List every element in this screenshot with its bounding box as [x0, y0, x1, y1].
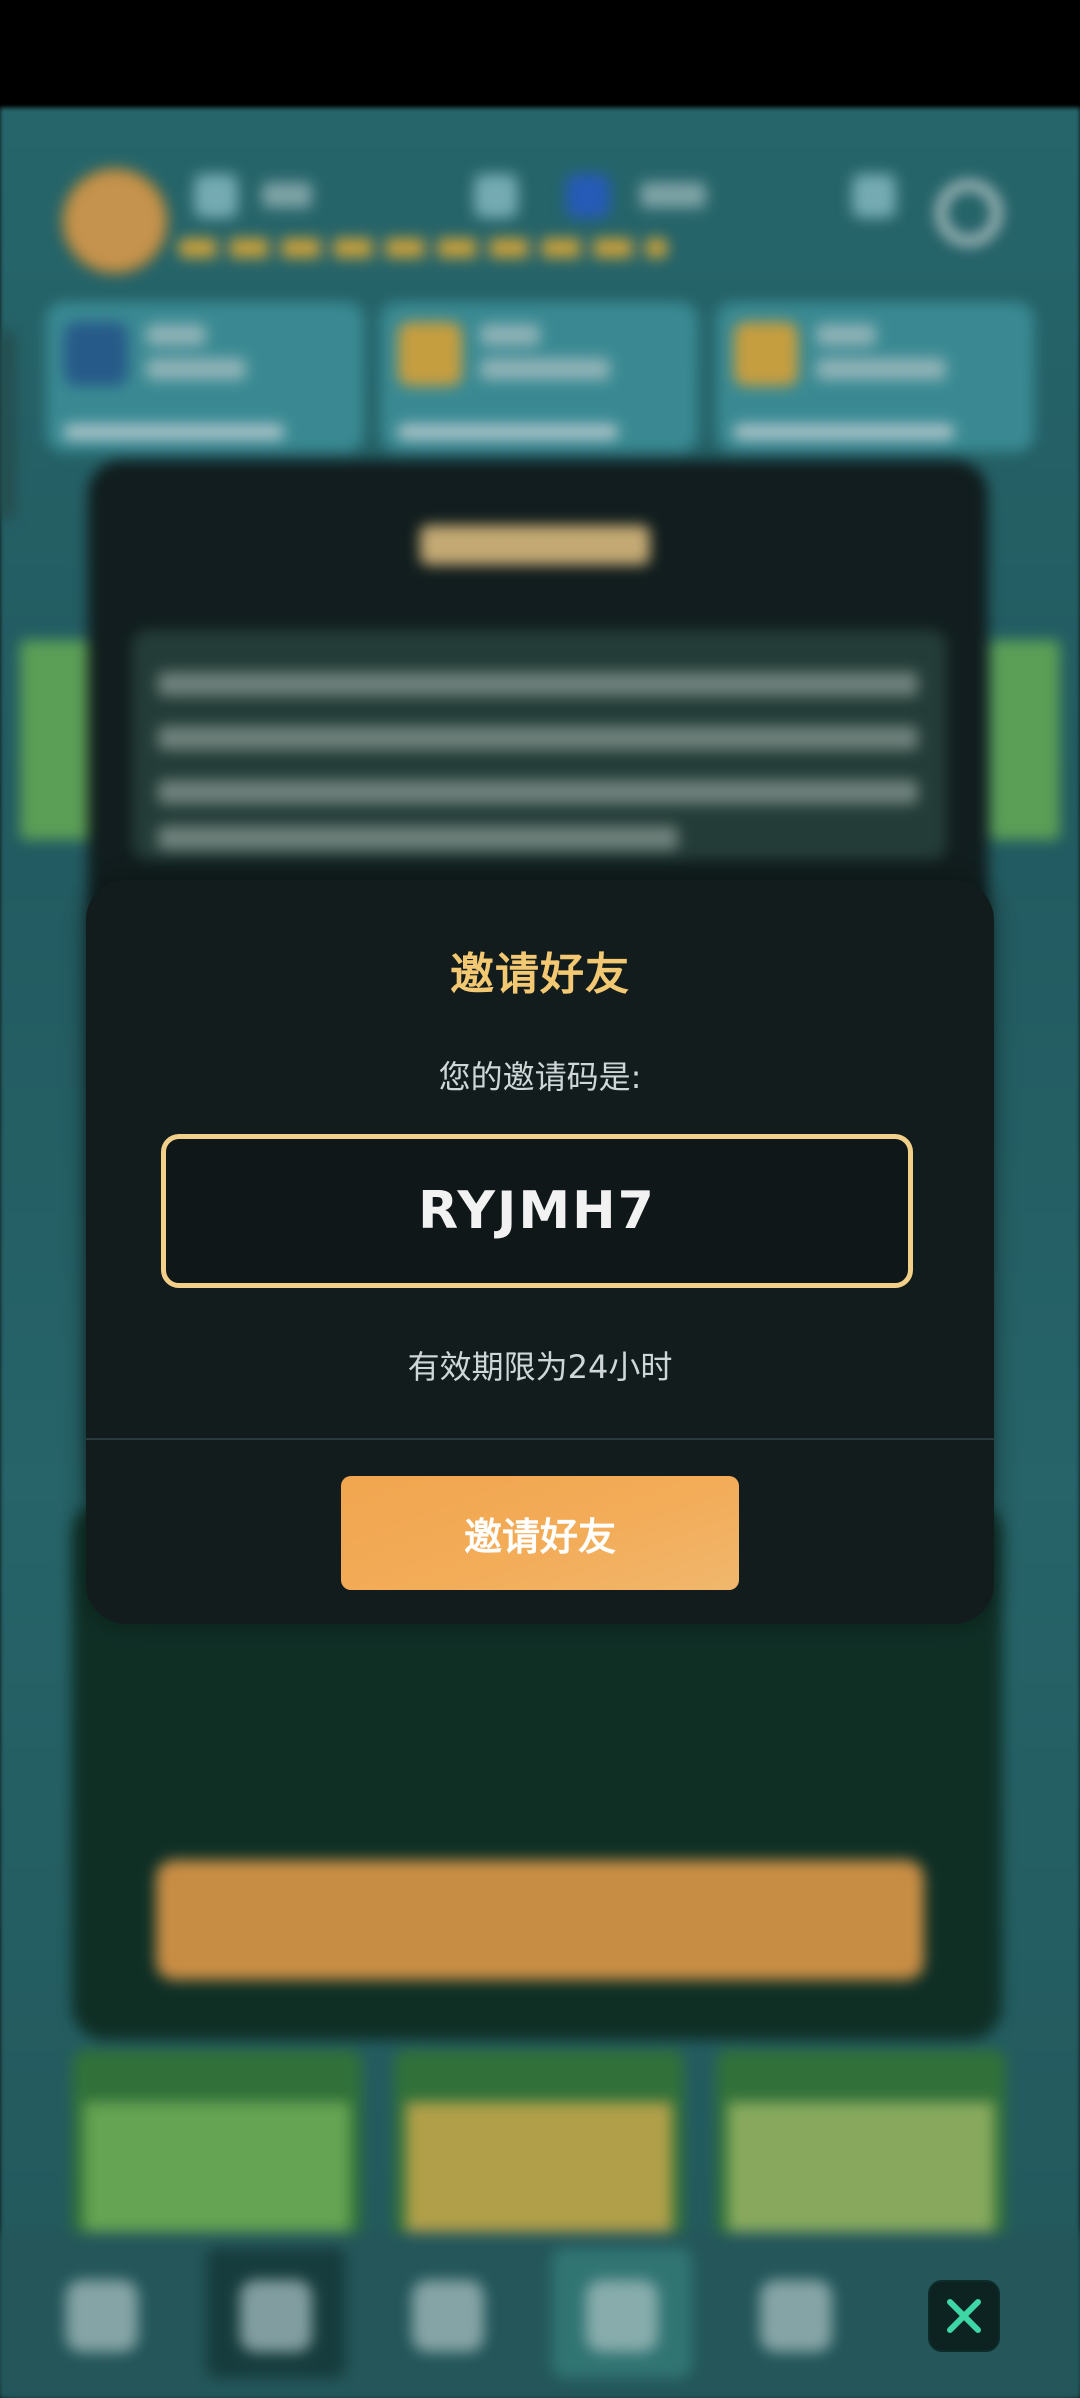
- invite-friend-dialog: 邀请好友 您的邀请码是: RYJMH7 有效期限为24小时 邀请好友: [86, 880, 994, 1624]
- divider: [86, 1438, 994, 1440]
- close-button[interactable]: [928, 2280, 1000, 2352]
- invite-code-box[interactable]: RYJMH7: [161, 1134, 913, 1288]
- validity-text: 有效期限为24小时: [407, 1348, 673, 1386]
- invite-code-label: 您的邀请码是:: [438, 1058, 642, 1096]
- invite-code[interactable]: RYJMH7: [418, 1181, 656, 1241]
- close-icon: [947, 2299, 981, 2333]
- status-bar: [0, 0, 1080, 108]
- invite-friend-button[interactable]: 邀请好友: [341, 1476, 739, 1590]
- dialog-title: 邀请好友: [450, 949, 630, 1000]
